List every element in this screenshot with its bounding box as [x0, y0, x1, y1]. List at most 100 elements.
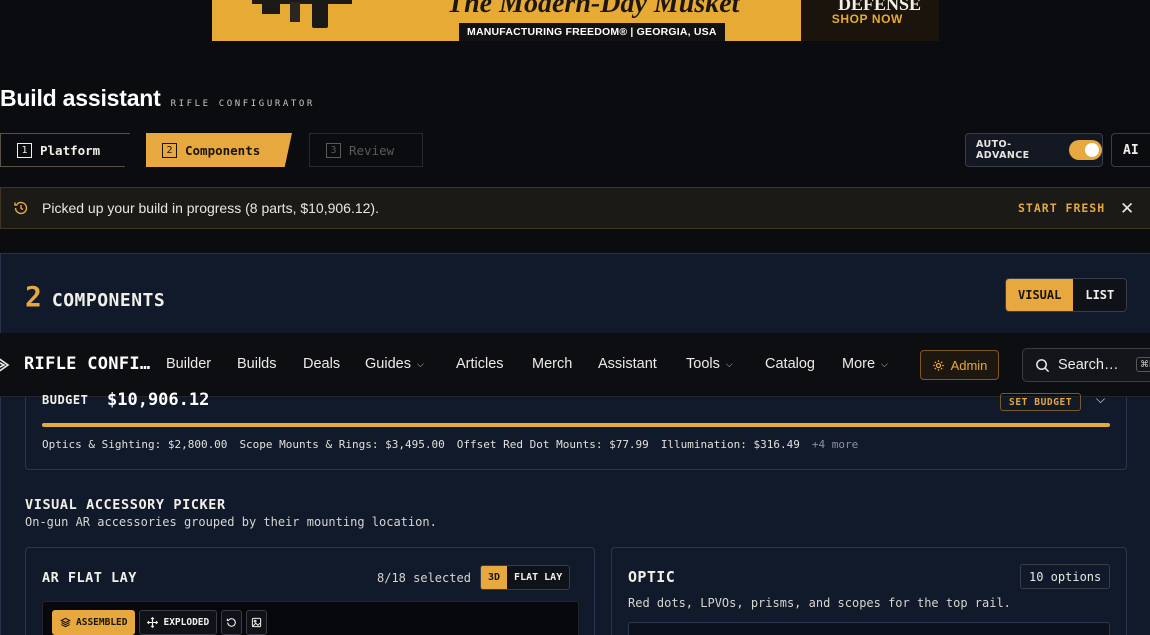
budget-category-list: Optics & Sighting: $2,800.00 Scope Mount… [42, 438, 858, 451]
optic-card: OPTIC 10 options Red dots, LPVOs, prisms… [611, 547, 1127, 635]
start-fresh-button[interactable]: START FRESH [1018, 201, 1105, 215]
budget-category: Scope Mounts & Rings: $3,495.00 [239, 438, 445, 451]
budget-label: BUDGET [42, 393, 89, 407]
chevron-down-icon: ⌵ [881, 358, 888, 369]
gear-icon [932, 359, 944, 371]
nav-item-deals[interactable]: Deals [303, 356, 340, 372]
nav-item-label: Tools [686, 356, 720, 372]
nav-item-label: More [842, 356, 876, 372]
step-components[interactable]: 2 Components [146, 133, 292, 167]
nav-item-merch[interactable]: Merch [532, 356, 572, 372]
nav-item-label: Builds [237, 356, 277, 372]
step-number: 3 [326, 142, 341, 158]
image-mode-button[interactable] [246, 610, 268, 635]
banner-subline: MANUFACTURING FREEDOM® | GEORGIA, USA [459, 23, 725, 41]
flat-lay-title: AR FLAT LAY [42, 570, 137, 586]
admin-button[interactable]: Admin [920, 350, 999, 380]
chevron-down-icon[interactable]: ⌵ [1096, 392, 1105, 407]
picker-subtitle: On-gun AR accessories grouped by their m… [25, 515, 437, 529]
reset-view-button[interactable] [221, 610, 243, 635]
exploded-button[interactable]: EXPLODED [139, 610, 218, 635]
chevron-down-icon: ⌵ [416, 358, 424, 369]
nav-item-more[interactable]: More ⌵ [842, 356, 888, 372]
move-icon [147, 617, 159, 628]
rifle-viewer[interactable]: ASSEMBLED EXPLODED [42, 601, 579, 635]
auto-advance-control: AUTO-ADVANCE [965, 133, 1103, 167]
banner-tagline: The Modern-Day Musket [447, 0, 740, 19]
flat-lay-mode-toggle: 3D FLAT LAY [480, 565, 571, 590]
step-platform[interactable]: 1 Platform [0, 133, 130, 167]
page-subtitle: RIFLE CONFIGURATOR [170, 99, 315, 109]
nav-item-tools[interactable]: Tools ⌵ [686, 356, 733, 372]
resume-build-notice: Picked up your build in progress (8 part… [0, 187, 1150, 229]
nav-item-label: Merch [532, 356, 573, 372]
budget-category: Offset Red Dot Mounts: $77.99 [456, 438, 649, 451]
nav-item-articles[interactable]: Articles [456, 356, 504, 372]
nav-item-label: Articles [456, 356, 504, 372]
list-view-button[interactable]: LIST [1073, 279, 1127, 311]
budget-more-link[interactable]: +4 more [812, 438, 858, 451]
nav-brand[interactable]: RIFLE CONFI… [24, 354, 150, 374]
shop-now-link[interactable]: SHOP NOW [832, 12, 903, 26]
optic-title: OPTIC [628, 568, 676, 586]
optic-description: Red dots, LPVOs, prisms, and scopes for … [628, 596, 1011, 610]
visual-view-button[interactable]: VISUAL [1006, 279, 1074, 311]
image-icon [252, 617, 262, 628]
step-review[interactable]: 3 Review [309, 133, 423, 167]
budget-category: Illumination: $316.49 [660, 438, 800, 451]
close-icon[interactable]: ✕ [1120, 200, 1134, 217]
admin-label: Admin [950, 357, 988, 373]
layers-icon [60, 617, 71, 628]
section-count: 2 [25, 280, 42, 313]
nav-item-label: Builder [166, 356, 212, 372]
mode-3d-button[interactable]: 3D [481, 566, 508, 589]
set-budget-button[interactable]: SET BUDGET [1000, 393, 1082, 411]
nav-item-label: Guides [365, 356, 411, 372]
budget-amount: $10,906.12 [107, 390, 210, 410]
resume-message: Picked up your build in progress (8 part… [42, 200, 379, 216]
step-label: Components [185, 142, 261, 158]
picker-title: VISUAL ACCESSORY PICKER [25, 497, 226, 513]
nav-item-assistant[interactable]: Assistant [598, 356, 657, 372]
page-header: Build assistant RIFLE CONFIGURATOR [0, 85, 315, 112]
step-number: 1 [17, 142, 32, 158]
mode-flat-lay-button[interactable]: FLAT LAY [507, 566, 570, 589]
auto-advance-label: AUTO-ADVANCE [976, 139, 1030, 161]
view-toggle: VISUAL LIST [1005, 278, 1128, 312]
nav-item-guides[interactable]: Guides ⌵ [365, 356, 424, 372]
search-shortcut: ⌘K [1136, 357, 1150, 372]
ai-button[interactable]: AI [1111, 133, 1150, 167]
optic-option-list[interactable] [628, 622, 1110, 635]
auto-advance-toggle[interactable] [1069, 140, 1102, 160]
nav-item-builds[interactable]: Builds [237, 356, 277, 372]
budget-card: BUDGET $10,906.12 SET BUDGET ⌵ Optics & … [25, 390, 1127, 470]
section-title: COMPONENTS [51, 290, 166, 311]
search-input[interactable]: Search… ⌘K [1022, 348, 1150, 382]
optic-options-badge: 10 options [1020, 564, 1111, 589]
selected-count: 8/18 selected [377, 571, 471, 585]
nav-item-builder[interactable]: Builder [166, 356, 211, 372]
viewer-toolbar: ASSEMBLED EXPLODED [52, 610, 268, 635]
rifle-image [252, 0, 352, 28]
brand-logo-icon [0, 358, 10, 372]
section-header: 2 COMPONENTS [25, 280, 165, 313]
nav-item-label: Catalog [765, 356, 815, 372]
budget-progress-bar [42, 423, 1110, 427]
banner-cta-panel: DEFENSE SHOP NOW [801, 0, 939, 41]
nav-item-label: Assistant [598, 356, 657, 372]
chevron-down-icon: ⌵ [725, 358, 733, 369]
flat-lay-card: AR FLAT LAY 8/18 selected 3D FLAT LAY AS… [25, 547, 595, 635]
exploded-label: EXPLODED [163, 617, 210, 628]
step-label: Review [349, 142, 395, 158]
search-icon [1036, 358, 1050, 372]
assembled-button[interactable]: ASSEMBLED [52, 610, 136, 635]
nav-item-label: Deals [303, 356, 341, 372]
step-number: 2 [162, 142, 177, 158]
search-placeholder: Search… [1058, 357, 1119, 373]
page-title: Build assistant [0, 85, 161, 111]
nav-item-catalog[interactable]: Catalog [765, 356, 815, 372]
assembled-label: ASSEMBLED [76, 617, 128, 628]
step-label: Platform [40, 142, 101, 158]
promo-banner[interactable]: The Modern-Day Musket MANUFACTURING FREE… [212, 0, 939, 41]
budget-category: Optics & Sighting: $2,800.00 [42, 438, 228, 451]
